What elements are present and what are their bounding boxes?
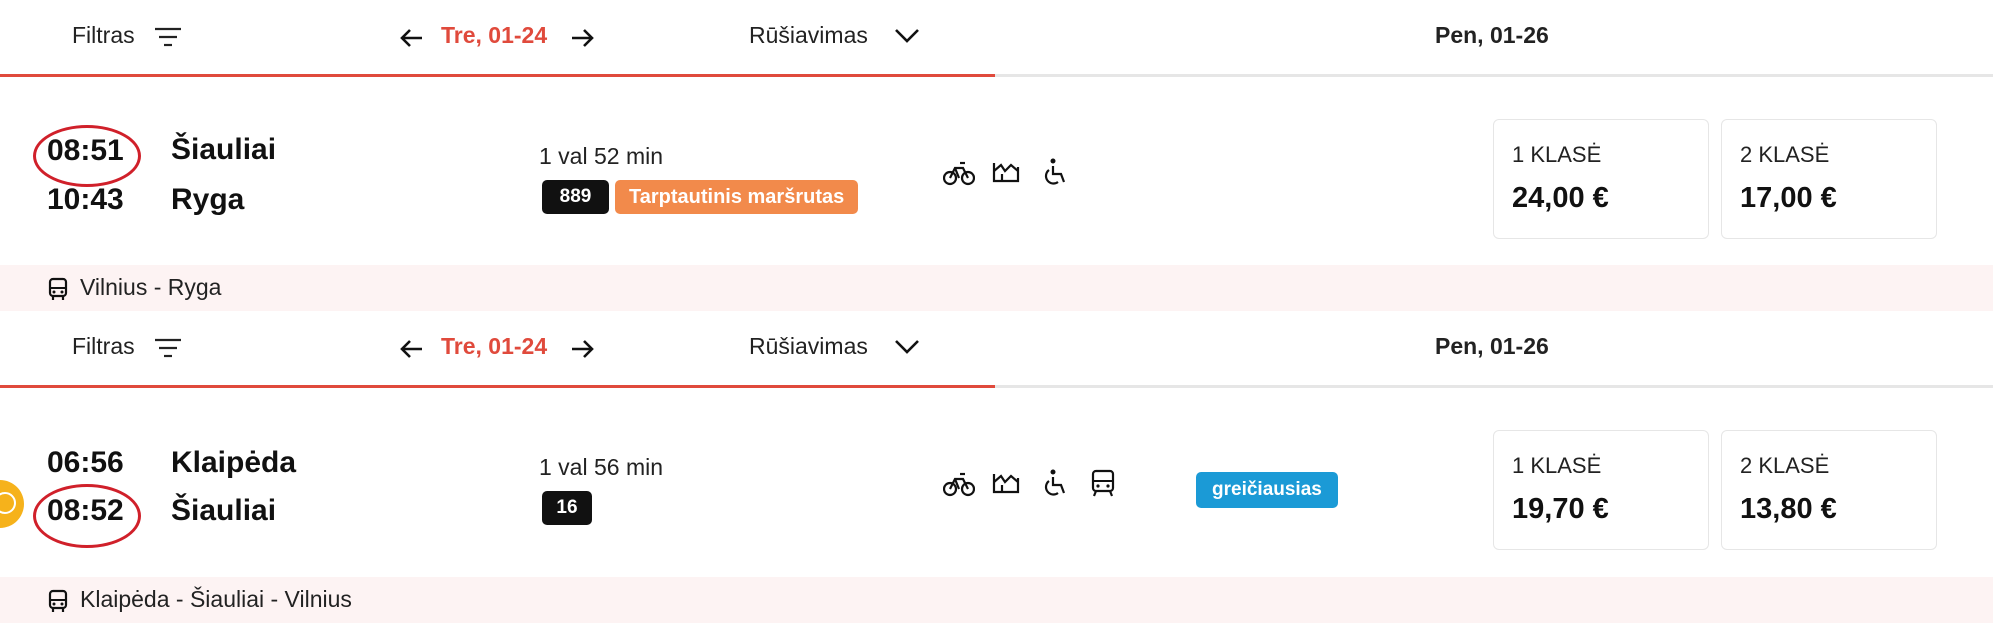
sort-label: Rūšiavimas (749, 22, 868, 48)
arrow-right-icon[interactable] (570, 339, 594, 359)
chevron-down-icon (895, 29, 919, 43)
bicycle-icon (943, 472, 975, 497)
help-chat-icon (0, 492, 16, 514)
toolbar-second: Filtras Tre, 01-24 Rūšiavimas Pen, 01-26 (0, 311, 1993, 388)
class-label: 2 KLASĖ (1740, 453, 1830, 478)
arrow-left-icon[interactable] (400, 28, 424, 48)
annotation-circle (33, 125, 141, 187)
filter-label: Filtras (72, 333, 135, 359)
filter-button[interactable]: Filtras (72, 333, 181, 363)
price-value: 13,80 € (1740, 493, 1837, 525)
trip-card[interactable]: 06:56 08:52 Klaipėda Šiauliai 1 val 56 m… (0, 388, 1993, 576)
date-next-tab[interactable]: Pen, 01-26 (1435, 333, 1549, 360)
price-class-1[interactable]: 1 KLASĖ 24,00 € (1493, 119, 1709, 239)
trip-card[interactable]: 08:51 10:43 Šiauliai Ryga 1 val 52 min 8… (0, 77, 1993, 265)
filter-label: Filtras (72, 22, 135, 48)
wheelchair-icon (1044, 158, 1066, 185)
price-value: 24,00 € (1512, 182, 1609, 214)
route-info-bar: Klaipėda - Šiauliai - Vilnius (0, 577, 1993, 623)
bus-icon (48, 589, 68, 612)
toolbar-top: Filtras Tre, 01-24 Rūšiavimas Pen, 01-26 (0, 0, 1993, 77)
price-value: 19,70 € (1512, 493, 1609, 525)
sort-label: Rūšiavimas (749, 333, 868, 359)
wheelchair-icon (1044, 469, 1066, 496)
filter-icon (155, 27, 181, 47)
international-route-tag: Tarptautinis maršrutas (615, 180, 859, 214)
arrival-stop: Šiauliai (171, 494, 277, 527)
duration: 1 val 52 min (539, 143, 664, 169)
price-class-1[interactable]: 1 KLASĖ 19,70 € (1493, 430, 1709, 550)
departure-stop: Šiauliai (171, 133, 277, 166)
chevron-down-icon (895, 340, 919, 354)
train-icon (1091, 469, 1115, 497)
class-label: 1 KLASĖ (1512, 142, 1602, 167)
class-label: 1 KLASĖ (1512, 453, 1602, 478)
route-info-bar: Vilnius - Ryga (0, 265, 1993, 311)
date-next-tab[interactable]: Pen, 01-26 (1435, 22, 1549, 49)
price-value: 17,00 € (1740, 182, 1837, 214)
pet-icon (992, 474, 1020, 494)
arrive-time: 10:43 (47, 183, 124, 216)
route-name: Vilnius - Ryga (80, 274, 222, 300)
route-number-badge: 16 (542, 491, 592, 525)
route-name: Klaipėda - Šiauliai - Vilnius (80, 586, 352, 612)
sort-dropdown[interactable]: Rūšiavimas (749, 333, 919, 360)
date-current[interactable]: Tre, 01-24 (441, 22, 547, 49)
bicycle-icon (943, 161, 975, 186)
departure-stop: Klaipėda (171, 446, 297, 479)
pet-icon (992, 163, 1020, 183)
date-current[interactable]: Tre, 01-24 (441, 333, 547, 360)
sort-dropdown[interactable]: Rūšiavimas (749, 22, 919, 49)
fastest-badge: greičiausias (1196, 472, 1338, 508)
class-label: 2 KLASĖ (1740, 142, 1830, 167)
filter-button[interactable]: Filtras (72, 22, 181, 52)
route-number-badge: 889 (542, 180, 609, 214)
arrow-left-icon[interactable] (400, 339, 424, 359)
arrival-stop: Ryga (171, 183, 245, 216)
duration: 1 val 56 min (539, 454, 664, 480)
arrow-right-icon[interactable] (570, 28, 594, 48)
depart-time: 06:56 (47, 446, 124, 479)
bus-icon (48, 277, 68, 300)
price-class-2[interactable]: 2 KLASĖ 13,80 € (1721, 430, 1937, 550)
filter-icon (155, 338, 181, 358)
price-class-2[interactable]: 2 KLASĖ 17,00 € (1721, 119, 1937, 239)
annotation-circle (33, 484, 141, 548)
